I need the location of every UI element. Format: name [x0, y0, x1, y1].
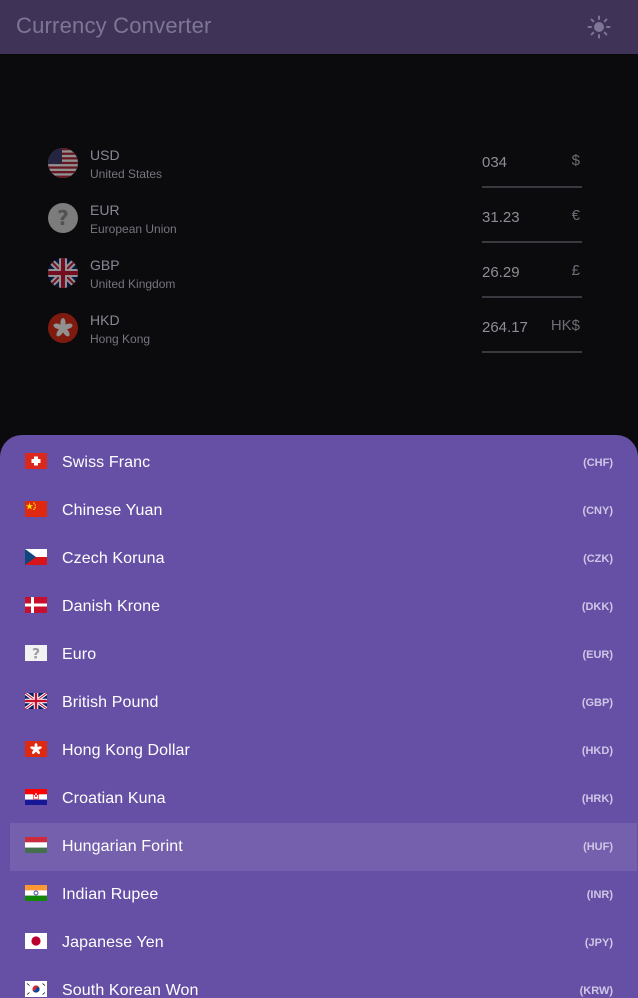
currency-option-huf[interactable]: Hungarian Forint (HUF) — [10, 823, 637, 871]
currency-option-czk[interactable]: Czech Koruna (CZK) — [10, 535, 637, 583]
currency-option-hrk[interactable]: Croatian Kuna (HRK) — [10, 775, 637, 823]
hk-flag-icon — [25, 741, 47, 757]
amount-input-eur[interactable] — [482, 209, 548, 226]
currency-name: Japanese Yen — [62, 934, 164, 951]
currency-code: (DKK) — [581, 601, 613, 613]
currency-name: Chinese Yuan — [62, 502, 163, 519]
converter-row-eur[interactable]: ? EUR European Union € — [0, 195, 638, 250]
currency-country: United Kingdom — [90, 277, 176, 291]
currency-code: USD — [90, 147, 120, 163]
uk-flag-icon — [25, 693, 47, 709]
currency-name: Euro — [62, 646, 97, 663]
app-title: Currency Converter — [16, 13, 212, 38]
sun-icon — [587, 15, 611, 39]
currency-option-jpy[interactable]: Japanese Yen (JPY) — [10, 919, 637, 967]
amount-field-eur: € — [482, 199, 582, 243]
amount-field-hkd: HK$ — [482, 309, 582, 353]
currency-name: Croatian Kuna — [62, 790, 166, 807]
amount-input-hkd[interactable] — [482, 319, 548, 336]
cz-flag-icon — [25, 549, 47, 565]
currency-name: Czech Koruna — [62, 550, 165, 567]
currency-symbol: € — [571, 207, 580, 224]
ch-flag-icon — [25, 453, 47, 469]
currency-code: (GBP) — [581, 697, 613, 709]
in-flag-icon — [25, 885, 47, 901]
currency-name: South Korean Won — [62, 982, 199, 998]
converter-row-gbp[interactable]: GBP United Kingdom £ — [0, 250, 638, 305]
currency-symbol: £ — [571, 262, 580, 279]
currency-code: (INR) — [586, 889, 613, 901]
currency-name: Indian Rupee — [62, 886, 159, 903]
hr-flag-icon — [25, 789, 47, 805]
currency-name: Danish Krone — [62, 598, 161, 615]
currency-country: European Union — [90, 222, 177, 236]
amount-input-gbp[interactable] — [482, 264, 548, 281]
currency-code: HKD — [90, 312, 120, 328]
kr-flag-icon — [25, 981, 47, 997]
jp-flag-icon — [25, 933, 47, 949]
currency-name: Swiss Franc — [62, 454, 151, 471]
currency-option-gbp[interactable]: British Pound (GBP) — [10, 679, 637, 727]
currency-option-chf[interactable]: Swiss Franc (CHF) — [10, 439, 637, 487]
hk-flag-icon — [48, 313, 78, 343]
currency-code: (CHF) — [583, 457, 613, 469]
currency-code: (KRW) — [579, 985, 613, 997]
currency-symbol: HK$ — [550, 317, 580, 334]
currency-symbol: $ — [571, 152, 580, 169]
amount-field-usd: $ — [482, 144, 582, 188]
us-flag-icon — [48, 148, 78, 178]
currency-country: Hong Kong — [90, 332, 151, 346]
app-bar: Currency Converter — [0, 0, 638, 54]
currency-country: United States — [90, 167, 163, 181]
currency-option-dkk[interactable]: Danish Krone (DKK) — [10, 583, 637, 631]
cn-flag-icon — [25, 501, 47, 517]
currency-option-eur[interactable]: ? Euro (EUR) — [10, 631, 637, 679]
hu-flag-icon — [25, 837, 47, 853]
amount-input-usd[interactable] — [482, 154, 548, 171]
currency-name: Hungarian Forint — [62, 838, 183, 855]
svg-text:?: ? — [32, 647, 40, 662]
svg-text:?: ? — [57, 206, 69, 230]
currency-code: (HRK) — [581, 793, 613, 805]
dk-flag-icon — [25, 597, 47, 613]
currency-option-inr[interactable]: Indian Rupee (INR) — [10, 871, 637, 919]
currency-option-hkd[interactable]: Hong Kong Dollar (HKD) — [10, 727, 637, 775]
currency-option-cny[interactable]: Chinese Yuan (CNY) — [10, 487, 637, 535]
amount-field-gbp: £ — [482, 254, 582, 298]
currency-code: (CZK) — [583, 553, 613, 565]
currency-code: GBP — [90, 257, 120, 273]
currency-code: EUR — [90, 202, 120, 218]
currency-code: (CNY) — [582, 505, 613, 517]
currency-name: British Pound — [62, 694, 159, 711]
theme-toggle-button[interactable] — [584, 12, 614, 42]
uk-flag-icon — [48, 258, 78, 288]
currency-code: (EUR) — [582, 649, 613, 661]
currency-code: (JPY) — [584, 937, 613, 949]
converter-row-usd[interactable]: USD United States $ — [0, 140, 638, 195]
currency-picker-sheet: Swiss Franc (CHF) Chinese Yuan (CNY) Cze… — [0, 435, 638, 998]
currency-code: (HUF) — [583, 841, 613, 853]
currency-name: Hong Kong Dollar — [62, 742, 190, 759]
unknown-flag-icon: ? — [48, 203, 78, 233]
currency-code: (HKD) — [581, 745, 613, 757]
currency-option-krw[interactable]: South Korean Won (KRW) — [10, 967, 637, 998]
unknown-flag-icon: ? — [25, 645, 47, 661]
converter-row-hkd[interactable]: HKD Hong Kong HK$ — [0, 305, 638, 360]
